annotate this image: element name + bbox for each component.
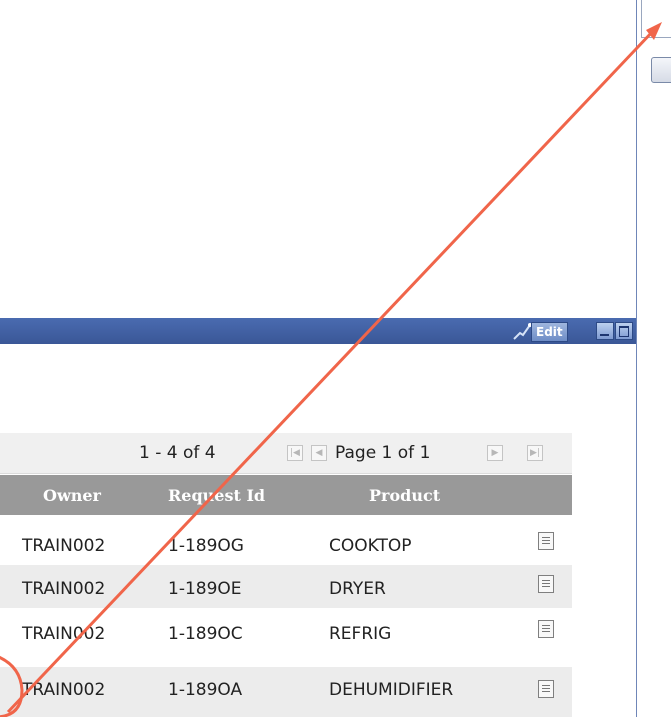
previous-page-icon[interactable]: ◀ — [311, 445, 327, 461]
product-cell: DRYER — [329, 579, 386, 599]
owner-cell: TRAIN002 — [22, 579, 106, 599]
maximize-icon[interactable] — [615, 322, 633, 340]
last-page-icon[interactable]: ▶| — [527, 445, 543, 461]
table-row[interactable]: TRAIN002 1-189OA DEHUMIDIFIER — [0, 667, 572, 717]
product-cell: COOKTOP — [329, 536, 412, 556]
document-icon[interactable] — [538, 532, 554, 550]
document-icon[interactable] — [538, 620, 554, 638]
sidebar-button[interactable] — [651, 57, 671, 83]
minimize-icon[interactable] — [596, 322, 614, 340]
product-cell: REFRIG — [329, 624, 392, 644]
table-row[interactable]: TRAIN002 1-189OG COOKTOP — [0, 522, 572, 565]
owner-cell: TRAIN002 — [22, 680, 106, 700]
request-id-cell[interactable]: 1-189OA — [168, 680, 242, 700]
customize-icon[interactable] — [512, 321, 532, 341]
owner-cell: TRAIN002 — [22, 624, 106, 644]
sidebar-border — [636, 0, 637, 717]
product-cell: DEHUMIDIFIER — [329, 680, 454, 700]
column-header-request-id[interactable]: Request Id — [168, 486, 265, 505]
owner-cell: TRAIN002 — [22, 536, 106, 556]
table-row[interactable]: TRAIN002 1-189OC REFRIG — [0, 608, 572, 651]
column-header-owner[interactable]: Owner — [43, 486, 101, 505]
document-icon[interactable] — [538, 680, 554, 698]
record-range: 1 - 4 of 4 — [139, 443, 216, 463]
first-page-icon[interactable]: |◀ — [287, 445, 303, 461]
column-header-product[interactable]: Product — [369, 486, 440, 505]
request-id-cell[interactable]: 1-189OC — [168, 624, 243, 644]
request-id-cell[interactable]: 1-189OG — [168, 536, 244, 556]
request-id-cell[interactable]: 1-189OE — [168, 579, 242, 599]
table-row[interactable]: TRAIN002 1-189OE DRYER — [0, 565, 572, 608]
document-icon[interactable] — [538, 575, 554, 593]
sidebar-input-box[interactable] — [641, 0, 671, 38]
edit-button[interactable]: Edit — [531, 322, 568, 342]
next-page-icon[interactable]: ▶ — [487, 445, 503, 461]
page-indicator: Page 1 of 1 — [335, 443, 431, 463]
